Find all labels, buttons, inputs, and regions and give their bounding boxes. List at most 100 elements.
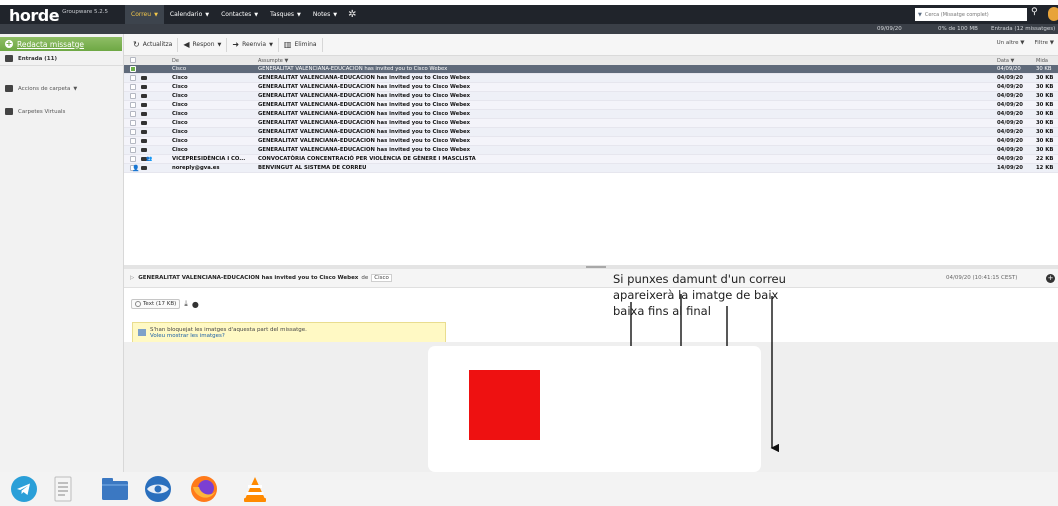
message-subject: GENERALITAT VALENCIANA-EDUCACION has inv… [258,129,470,135]
menu-correu[interactable]: Correu ▼ [125,5,164,24]
message-row[interactable]: Cisco GENERALITAT VALENCIANA-EDUCACION ha… [124,128,1058,137]
message-row[interactable]: Cisco GENERALITAT VALENCIANA-EDUCACION ha… [124,74,1058,83]
message-from: Cisco [172,147,188,153]
files-icon[interactable] [100,475,130,503]
preview-body: Text (17 KB) ⤓ ● S'han bloquejat les ima… [124,288,1058,345]
row-checkbox[interactable] [130,120,136,126]
sidebar-item-virtual-folders[interactable]: Carpetes Virtuals [5,108,65,115]
screen: horde Groupware 5.2.5 Correu ▼ Calendario… [0,0,1058,506]
image-icon [138,329,146,336]
text-editor-icon[interactable] [48,475,78,503]
message-date: 04/09/20 [997,129,1023,135]
message-row[interactable]: Cisco GENERALITAT VALENCIANA-EDUCACION ha… [124,65,1058,74]
sidebar-item-folder-actions[interactable]: Accions de carpeta ▼ [5,85,77,92]
message-row[interactable]: Cisco GENERALITAT VALENCIANA-EDUCACION ha… [124,101,1058,110]
message-row[interactable]: Cisco GENERALITAT VALENCIANA-EDUCACION ha… [124,137,1058,146]
row-checkbox[interactable] [130,129,136,135]
chevron-down-icon: ▼ [254,11,259,18]
forward-arrow-icon: ➜ [232,40,240,49]
menu-calendari[interactable]: Calendario ▼ [164,5,215,24]
status-strip: 09/09/20 0% de 100 MB Entrada (12 missat… [0,24,1058,34]
message-from: Cisco [172,93,188,99]
row-checkbox[interactable] [130,102,136,108]
delete-button[interactable]: ▥ Elimina [279,37,323,52]
search-box[interactable]: ▼ [915,8,1027,21]
splitter-grip[interactable] [586,266,606,268]
more-options-icon[interactable]: + [1046,274,1055,283]
message-subject: CONVOCATÒRIA CONCENTRACIÓ PER VIOLÈNCIA … [258,156,476,162]
row-checkbox[interactable] [130,93,136,99]
download-icon[interactable]: ⤓ [184,299,188,309]
menu-tasques[interactable]: Tasques ▼ [264,5,307,24]
message-from: Cisco [172,111,188,117]
message-size: 30 KB [1036,138,1054,144]
message-from: Cisco [172,120,188,126]
sidebar-item-inbox[interactable]: Entrada (11) [5,55,57,62]
filter-dropdown[interactable]: Filtre ▼ [1035,40,1055,46]
forward-button[interactable]: ➜ Reenvia ▼ [227,37,279,52]
firefox-icon[interactable] [189,475,219,503]
message-row[interactable]: Cisco GENERALITAT VALENCIANA-EDUCACION ha… [124,110,1058,119]
annotation-line: Si punxes damunt d'un correu [613,272,786,286]
search-icon[interactable]: ⚲ [1031,7,1038,17]
row-checkbox[interactable] [130,156,136,162]
menu-label: Notes [312,11,331,18]
row-checkbox[interactable] [130,111,136,117]
view-icon[interactable]: ● [192,300,199,309]
message-size: 30 KB [1036,111,1054,117]
message-size: 22 KB [1036,156,1054,162]
message-date: 04/09/20 [997,66,1021,72]
reply-button[interactable]: ◀ Respon ▼ [178,37,228,52]
horde-logo[interactable]: horde Groupware 5.2.5 [0,5,125,24]
telegram-icon[interactable] [9,475,39,503]
message-subject: GENERALITAT VALENCIANA-EDUCACION has inv… [258,147,470,153]
toolbar-right: Un altre ▼ Filtre ▼ [997,40,1054,46]
expand-headers-icon[interactable]: ▷ [130,275,134,281]
row-checkbox[interactable] [130,84,136,90]
message-size: 30 KB [1036,147,1054,153]
envelope-icon [141,148,147,152]
message-row[interactable]: Cisco GENERALITAT VALENCIANA-EDUCACION ha… [124,83,1058,92]
preview-from[interactable]: Cisco [371,274,392,282]
dock-taskbar [0,472,1058,506]
gear-icon[interactable]: ✲ [343,9,361,20]
thunderbird-icon[interactable] [143,475,173,503]
show-images-link[interactable]: Voleu mostrar les imatges? [150,333,445,339]
compose-button[interactable]: + Redacta missatge [0,37,122,51]
sidebar-item-label: Entrada (11) [18,55,57,62]
message-row[interactable]: 👥 VICEPRESIDÈNCIA I CO... CONVOCATÒRIA CON… [124,155,1058,164]
search-input[interactable] [924,11,1020,18]
vlc-icon[interactable] [240,475,270,503]
column-date[interactable]: Data ▼ [997,58,1014,64]
menu-notes[interactable]: Notes ▼ [307,5,343,24]
message-row[interactable]: Cisco GENERALITAT VALENCIANA-EDUCACION ha… [124,119,1058,128]
message-row[interactable]: Cisco GENERALITAT VALENCIANA-EDUCACION ha… [124,146,1058,155]
row-checkbox[interactable] [130,147,136,153]
message-date: 04/09/20 [997,111,1023,117]
row-checkbox[interactable] [130,138,136,144]
refresh-button[interactable]: ↻ Actualitza [128,37,179,52]
plus-icon: + [5,39,13,48]
other-label: Un altre [996,40,1019,46]
message-from: noreply@gva.es [172,165,220,171]
message-subject: GENERALITAT VALENCIANA-EDUCACION has inv… [258,84,470,90]
group-icon: 👥 [146,156,153,162]
search-scope-dropdown-icon[interactable]: ▼ [918,12,922,18]
chevron-down-icon: ▼ [1020,40,1025,46]
menu-contactes[interactable]: Contactes ▼ [215,5,264,24]
row-checkbox[interactable] [130,75,136,81]
column-subject[interactable]: Assumpte ▼ [258,58,288,64]
message-row[interactable]: Cisco GENERALITAT VALENCIANA-EDUCACION ha… [124,92,1058,101]
part-info-button[interactable]: Text (17 KB) [131,299,181,309]
message-from: Cisco [172,84,188,90]
chevron-down-icon: ▼ [1049,40,1054,46]
help-icon[interactable] [1048,7,1058,21]
column-from[interactable]: De [172,58,179,64]
refresh-label: Actualitza [142,41,173,48]
row-checkbox[interactable] [130,66,136,72]
other-dropdown[interactable]: Un altre ▼ [997,40,1025,46]
select-all-checkbox[interactable] [130,57,136,63]
message-row[interactable]: 👤 noreply@gva.es BENVINGUT AL SISTEMA DE C… [124,164,1058,173]
column-size[interactable]: Mida [1036,58,1048,64]
message-subject: GENERALITAT VALENCIANA-EDUCACION has inv… [258,75,470,81]
